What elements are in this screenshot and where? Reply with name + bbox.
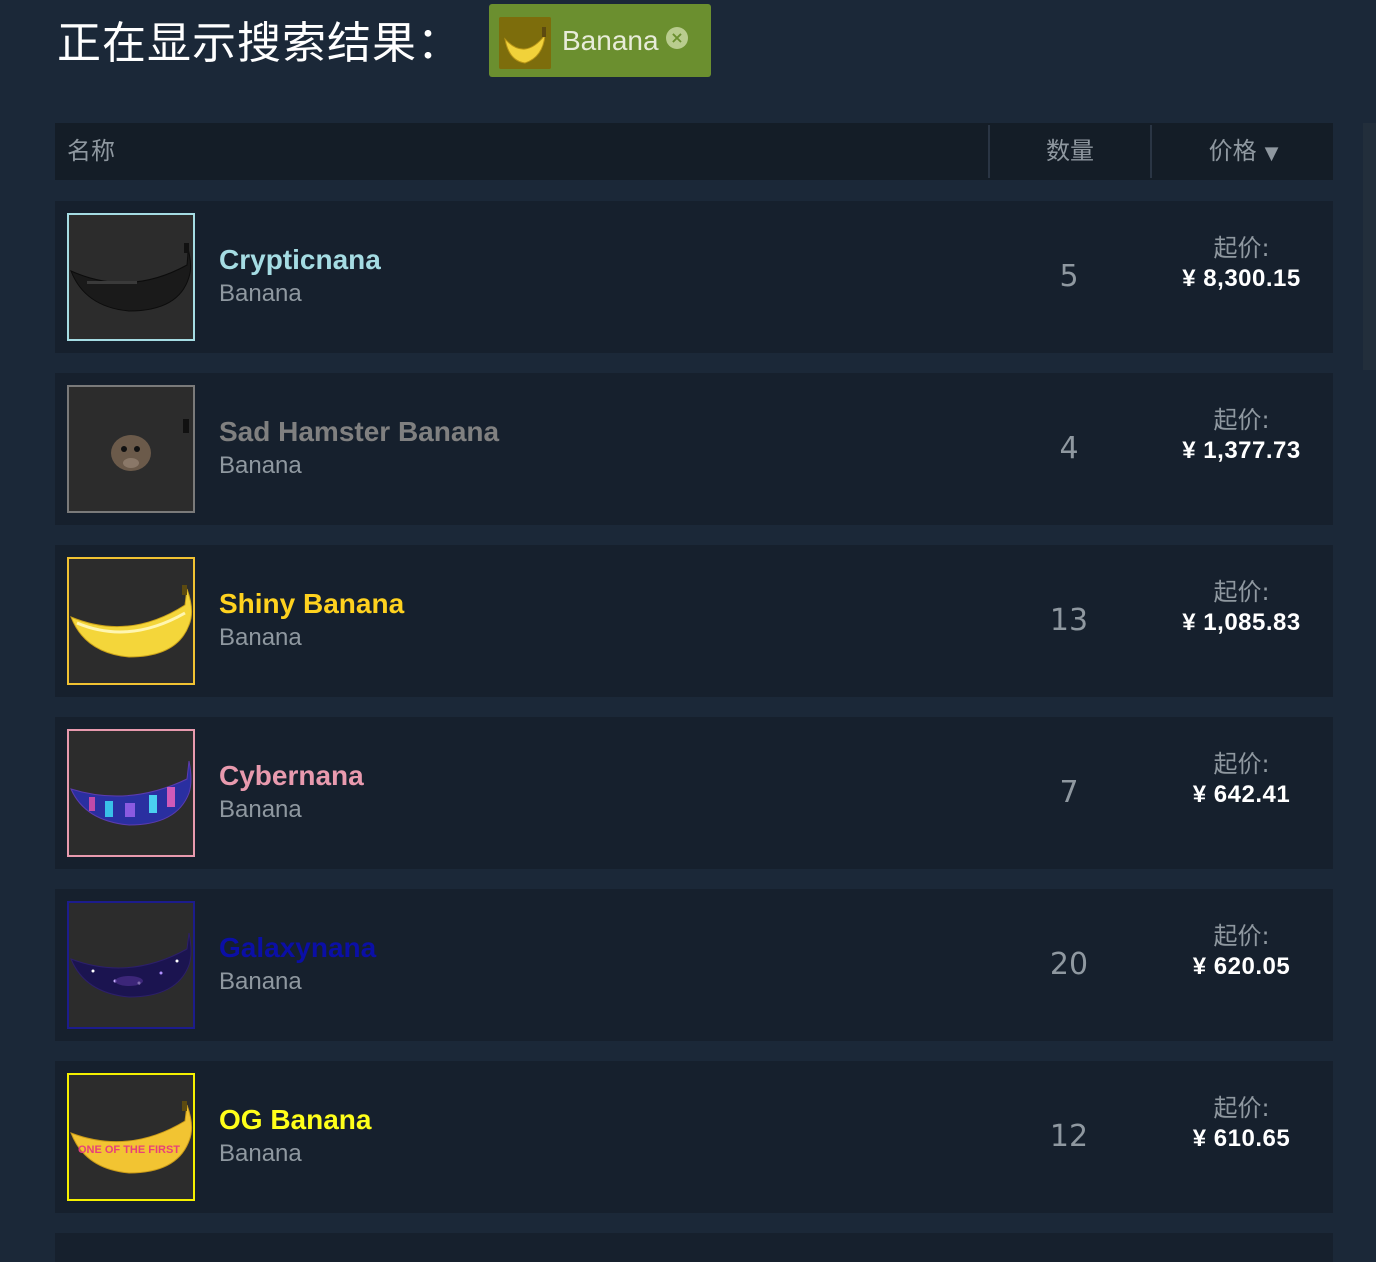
item-name[interactable]: Crypticnana (219, 243, 381, 277)
item-name[interactable]: Galaxynana (219, 931, 376, 965)
galaxy-banana-icon (67, 901, 195, 1029)
og-banana-icon: ONE OF THE FIRST (67, 1073, 195, 1201)
price-label: 起价: (1213, 406, 1270, 434)
hamster-banana-icon (67, 385, 195, 513)
search-results-heading: 正在显示搜索结果： (57, 18, 462, 69)
price-value: ¥ 1,085.83 (1182, 609, 1301, 636)
item-name[interactable]: Shiny Banana (219, 587, 404, 621)
cyber-banana-icon (67, 729, 195, 857)
item-quantity: 13 (1049, 603, 1089, 638)
filter-tag-banana[interactable]: Banana × (489, 4, 711, 77)
price-label: 起价: (1213, 1094, 1270, 1122)
column-header-name[interactable]: 名称 (67, 123, 115, 180)
item-game: Banana (219, 968, 302, 995)
close-circle-icon[interactable]: × (666, 27, 688, 49)
listing-row[interactable]: Sad Hamster Banana Banana 4 起价: ¥ 1,377.… (55, 373, 1333, 525)
item-quantity: 4 (1059, 431, 1079, 466)
price-value: ¥ 610.65 (1192, 1125, 1291, 1152)
banana-icon (499, 17, 551, 69)
item-game: Banana (219, 452, 302, 479)
price-value: ¥ 642.41 (1192, 781, 1291, 808)
item-game: Banana (219, 1140, 302, 1167)
results-table-header: 名称 数量 价格 ▼ (55, 123, 1333, 180)
column-header-price[interactable]: 价格 ▼ (1150, 125, 1335, 178)
price-value: ¥ 1,377.73 (1182, 437, 1301, 464)
item-quantity: 5 (1059, 259, 1079, 294)
item-quantity: 12 (1049, 1119, 1089, 1154)
market-search-page: 正在显示搜索结果： Banana × 名称 数量 价格 ▼ Crypticnana… (0, 0, 1376, 1262)
price-label: 起价: (1213, 922, 1270, 950)
item-name[interactable]: Cybernana (219, 759, 364, 793)
og-banana-stamp-text: ONE OF THE FIRST (78, 1144, 180, 1156)
listing-row[interactable]: Galaxynana Banana 20 起价: ¥ 620.05 (55, 889, 1333, 1041)
listing-row[interactable]: Crypticnana Banana 5 起价: ¥ 8,300.15 (55, 201, 1333, 353)
column-header-quantity[interactable]: 数量 (988, 125, 1150, 178)
price-label: 起价: (1213, 578, 1270, 606)
price-value: ¥ 620.05 (1192, 953, 1291, 980)
price-value: ¥ 8,300.15 (1182, 265, 1301, 292)
item-name[interactable]: OG Banana (219, 1103, 371, 1137)
listing-row[interactable]: Cybernana Banana 7 起价: ¥ 642.41 (55, 717, 1333, 869)
item-game: Banana (219, 796, 302, 823)
yellow-banana-icon (67, 557, 195, 685)
item-quantity: 7 (1059, 775, 1079, 810)
listing-row[interactable]: Shiny Banana Banana 13 起价: ¥ 1,085.83 (55, 545, 1333, 697)
column-header-price-label: 价格 (1208, 137, 1257, 165)
item-name[interactable]: Sad Hamster Banana (219, 415, 499, 449)
item-game: Banana (219, 624, 302, 651)
item-game: Banana (219, 280, 302, 307)
item-quantity: 20 (1049, 947, 1089, 982)
listing-row-partial[interactable] (55, 1233, 1333, 1262)
listing-row[interactable]: ONE OF THE FIRST OG Banana Banana 12 起价:… (55, 1061, 1333, 1213)
black-banana-icon (67, 213, 195, 341)
sort-descending-icon: ▼ (1264, 143, 1279, 164)
filter-tag-label: Banana (562, 25, 659, 56)
price-label: 起价: (1213, 234, 1270, 262)
price-label: 起价: (1213, 750, 1270, 778)
scrollbar-thumb[interactable] (1363, 123, 1376, 370)
